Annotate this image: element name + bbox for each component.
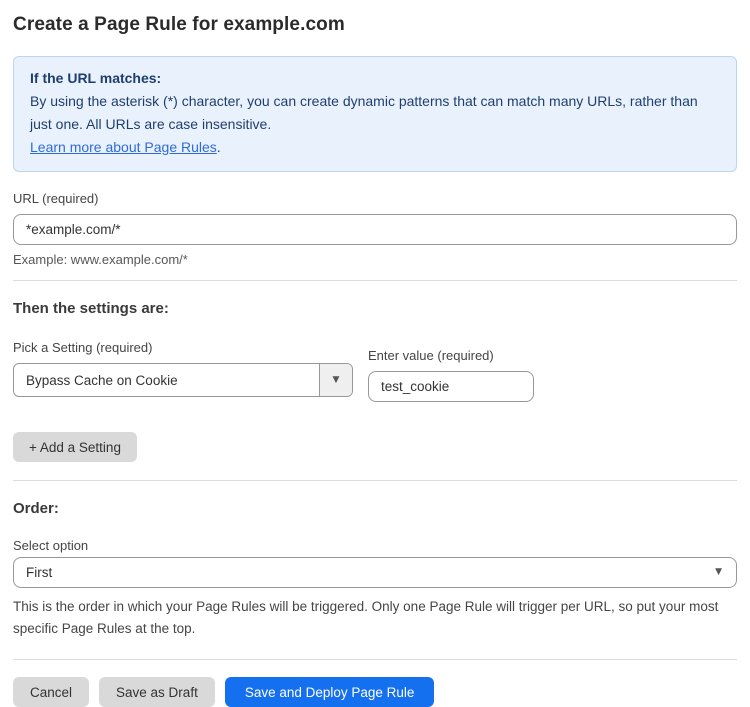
setting-dropdown[interactable]: Bypass Cache on Cookie ▼ [13,363,353,397]
info-box-body: By using the asterisk (*) character, you… [30,90,720,136]
page-title: Create a Page Rule for example.com [13,14,737,36]
save-as-draft-button[interactable]: Save as Draft [99,677,215,707]
settings-row: Pick a Setting (required) Bypass Cache o… [13,340,737,402]
link-suffix: . [217,139,221,155]
learn-more-link[interactable]: Learn more about Page Rules [30,139,217,155]
cancel-button[interactable]: Cancel [13,677,89,707]
url-example-text: Example: www.example.com/* [13,252,737,267]
order-select[interactable]: First ▼ [13,557,737,588]
info-box-link-line: Learn more about Page Rules. [30,136,720,159]
pick-setting-label: Pick a Setting (required) [13,340,353,355]
order-select-value: First [26,565,715,580]
settings-section-heading: Then the settings are: [13,300,737,317]
create-page-rule-form: Create a Page Rule for example.com If th… [0,0,750,707]
setting-value-column: Enter value (required) [368,348,534,402]
add-setting-button[interactable]: + Add a Setting [13,432,137,462]
setting-picker-column: Pick a Setting (required) Bypass Cache o… [13,340,353,397]
setting-dropdown-arrow-button[interactable]: ▼ [319,364,352,396]
setting-dropdown-value: Bypass Cache on Cookie [14,364,319,396]
enter-value-label: Enter value (required) [368,348,534,363]
select-option-label: Select option [13,538,737,553]
order-section-heading: Order: [13,500,737,517]
chevron-down-icon: ▼ [715,568,722,577]
url-input[interactable] [13,214,737,245]
divider [13,480,737,481]
setting-value-input[interactable] [368,371,534,402]
order-help-text: This is the order in which your Page Rul… [13,596,737,640]
save-and-deploy-button[interactable]: Save and Deploy Page Rule [225,677,435,707]
footer-buttons: Cancel Save as Draft Save and Deploy Pag… [13,677,737,707]
divider [13,659,737,660]
url-match-info-box: If the URL matches: By using the asteris… [13,56,737,172]
chevron-down-icon: ▼ [333,376,340,385]
url-label: URL (required) [13,191,737,206]
divider [13,280,737,281]
info-box-heading: If the URL matches: [30,67,720,90]
